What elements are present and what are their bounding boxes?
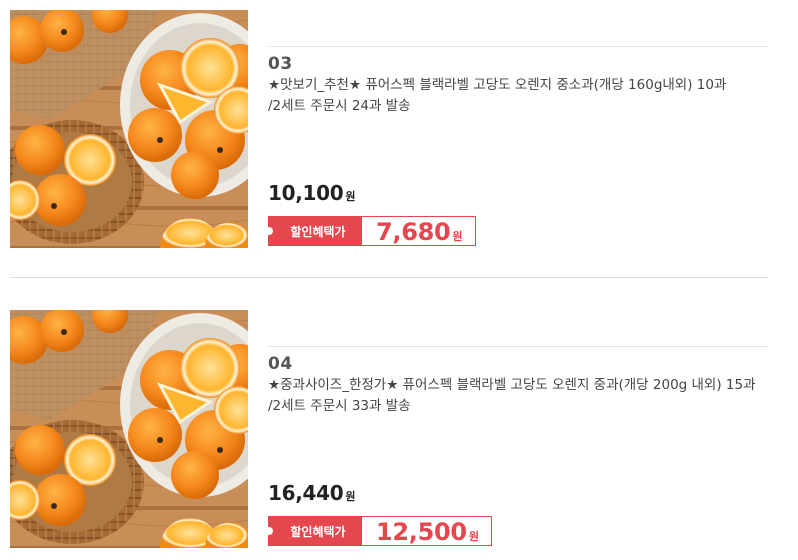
product-image[interactable] <box>10 10 248 248</box>
product-info: 04 ★중과사이즈_한정가★ 퓨어스펙 블랙라벨 고당도 오렌지 중과(개당 2… <box>265 346 768 546</box>
product-rank: 04 <box>268 354 293 374</box>
sale-label-badge: 할인혜택가 <box>265 516 362 546</box>
sale-label: 할인혜택가 <box>290 524 346 539</box>
product-name-link[interactable]: ★중과사이즈_한정가★ 퓨어스펙 블랙라벨 고당도 오렌지 중과(개당 200g… <box>268 375 758 417</box>
original-price-unit: 원 <box>345 490 356 503</box>
sale-label-badge: 할인혜택가 <box>265 216 362 246</box>
original-price: 16,440 원 <box>268 481 356 505</box>
sale-price-unit: 원 <box>452 230 463 243</box>
product-image[interactable] <box>10 310 248 548</box>
info-divider <box>268 46 768 47</box>
sale-label: 할인혜택가 <box>290 224 346 239</box>
product-rank: 03 <box>268 54 293 74</box>
sale-price-box: 할인혜택가 7,680 원 <box>265 216 476 246</box>
sale-price-unit: 원 <box>468 530 479 543</box>
sale-price-box: 할인혜택가 12,500 원 <box>265 516 492 546</box>
sale-price-value: 7,680 <box>376 218 451 246</box>
badge-dot-icon <box>265 527 273 535</box>
item-divider <box>10 277 768 278</box>
sale-price-value: 12,500 <box>376 518 467 546</box>
product-info: 03 ★맛보기_추천★ 퓨어스펙 블랙라벨 고당도 오렌지 중소과(개당 160… <box>265 46 768 246</box>
original-price: 10,100 원 <box>268 181 356 205</box>
original-price-unit: 원 <box>345 190 356 203</box>
original-price-value: 16,440 <box>268 481 344 505</box>
product-list: 03 ★맛보기_추천★ 퓨어스펙 블랙라벨 고당도 오렌지 중소과(개당 160… <box>0 0 798 560</box>
product-item: 03 ★맛보기_추천★ 퓨어스펙 블랙라벨 고당도 오렌지 중소과(개당 160… <box>0 0 798 260</box>
info-divider <box>268 346 768 347</box>
sale-price: 7,680 원 <box>362 216 476 246</box>
product-item: 04 ★중과사이즈_한정가★ 퓨어스펙 블랙라벨 고당도 오렌지 중과(개당 2… <box>0 300 798 560</box>
product-name-link[interactable]: ★맛보기_추천★ 퓨어스펙 블랙라벨 고당도 오렌지 중소과(개당 160g내외… <box>268 75 758 117</box>
original-price-value: 10,100 <box>268 181 344 205</box>
sale-price: 12,500 원 <box>362 516 492 546</box>
badge-dot-icon <box>265 227 273 235</box>
